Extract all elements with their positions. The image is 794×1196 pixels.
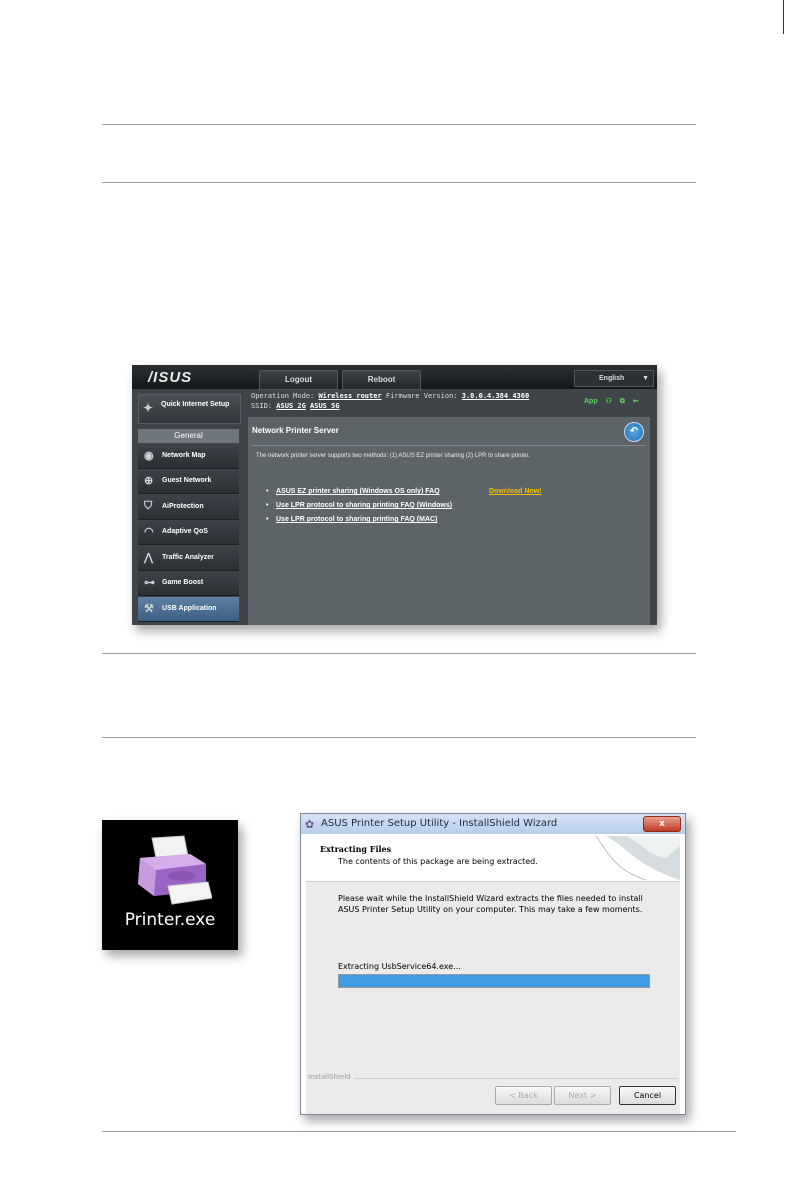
divider (102, 182, 696, 183)
progress-bar (338, 974, 650, 988)
ssid-label: SSID: (251, 402, 273, 410)
language-value: English (599, 375, 625, 382)
icon-label: Printer.exe (124, 910, 216, 930)
panel-divider (252, 445, 646, 446)
wizard-body: Please wait while the InstallShield Wiza… (306, 882, 680, 1070)
printer-server-panel: Network Printer Server ↶ The network pri… (248, 417, 650, 625)
wizard-footer: InstallShield < Back Next > Cancel (306, 1070, 680, 1114)
progress-fill (339, 975, 649, 987)
gauge-icon: ◠ (144, 526, 154, 538)
installshield-window: ✿ ASUS Printer Setup Utility - InstallSh… (300, 813, 686, 1115)
back-arrow-icon[interactable]: ↶ (624, 422, 644, 442)
sidebar-item-label: Traffic Analyzer (162, 554, 214, 561)
ssid-5g-link[interactable]: ASUS_5G (310, 402, 340, 410)
panel-description: The network printer server supports two … (256, 453, 530, 459)
quick-internet-setup-button[interactable]: ✦ Quick Internet Setup (138, 394, 241, 424)
sidebar-item-label: Game Boost (162, 579, 204, 586)
wizard-graphic-icon (596, 836, 680, 880)
op-mode-link[interactable]: Wireless router (318, 392, 381, 400)
asus-logo: /ISUS (148, 369, 193, 386)
sidebar-item-label: Guest Network (162, 477, 212, 484)
device-icon[interactable]: ⧉ (620, 398, 625, 405)
network-icon: ⊕ (144, 475, 154, 487)
language-select[interactable]: English ▼ (574, 370, 654, 387)
reboot-button[interactable]: Reboot (342, 370, 421, 390)
window-title: ASUS Printer Setup Utility - InstallShie… (321, 818, 558, 829)
printer-icon (138, 835, 212, 905)
chevron-down-icon: ▼ (642, 375, 649, 382)
sidebar-item-usb-application[interactable]: ⚒ USB Application (138, 597, 239, 622)
wizard-heading: Extracting Files (320, 844, 392, 854)
window-titlebar: ✿ ASUS Printer Setup Utility - InstallSh… (301, 814, 685, 834)
status-icons: App ⚇ ⧉ ⇜ (584, 397, 645, 406)
close-button[interactable]: x (643, 816, 681, 832)
next-button[interactable]: Next > (554, 1086, 611, 1105)
divider (102, 1131, 736, 1132)
extract-status: Extracting UsbService64.exe... (338, 962, 461, 971)
fw-label: Firmware Version: (385, 392, 458, 400)
gamepad-icon: ⊶ (144, 577, 155, 589)
sidebar-item-label: AiProtection (162, 503, 204, 510)
footer-divider (354, 1078, 678, 1079)
sidebar-item-label: Network Map (162, 452, 206, 459)
app-icon: ✿ (305, 819, 315, 831)
sidebar-item-aiprotection[interactable]: ⛉ AiProtection (138, 495, 239, 520)
panel-title: Network Printer Server (252, 426, 339, 435)
sidebar-item-traffic-analyzer[interactable]: ⋀ Traffic Analyzer (138, 546, 239, 571)
router-info: Operation Mode: Wireless router Firmware… (251, 391, 529, 411)
sidebar-item-label: Adaptive QoS (162, 528, 208, 535)
router-topbar: /ISUS Logout Reboot English ▼ (132, 365, 657, 390)
usb-app-icon: ⚒ (144, 603, 154, 615)
divider (102, 653, 696, 654)
user-icon[interactable]: ⚇ (606, 398, 612, 405)
sidebar-item-game-boost[interactable]: ⊶ Game Boost (138, 571, 239, 596)
divider (102, 124, 696, 125)
lpr-mac-faq-link[interactable]: Use LPR protocol to sharing printing FAQ… (266, 516, 437, 523)
lpr-windows-faq-link[interactable]: Use LPR protocol to sharing printing FAQ… (266, 502, 452, 509)
download-now-link[interactable]: Download Now! (489, 488, 542, 495)
installshield-brand: InstallShield (308, 1073, 351, 1081)
app-link[interactable]: App (584, 398, 598, 405)
sidebar-item-network-map[interactable]: ◉ Network Map (138, 444, 239, 469)
quick-setup-label: Quick Internet Setup (161, 401, 230, 408)
crop-mark (783, 0, 784, 34)
sidebar-item-adaptive-qos[interactable]: ◠ Adaptive QoS (138, 520, 239, 545)
shield-icon: ⛉ (144, 500, 153, 512)
ez-printer-faq-link[interactable]: ASUS EZ printer sharing (Windows OS only… (266, 488, 440, 495)
general-header: General (138, 429, 239, 443)
wizard-message: Please wait while the InstallShield Wiza… (338, 894, 643, 914)
logout-button[interactable]: Logout (259, 370, 338, 390)
printer-exe-icon-tile[interactable]: Printer.exe (102, 820, 238, 950)
globe-icon: ◉ (144, 450, 154, 462)
pulse-icon: ⋀ (144, 552, 154, 564)
router-screenshot: /ISUS Logout Reboot English ▼ Operation … (132, 365, 657, 625)
divider (102, 737, 696, 738)
cancel-button[interactable]: Cancel (619, 1086, 676, 1105)
op-mode-label: Operation Mode: (251, 392, 315, 400)
wand-icon: ✦ (143, 401, 154, 415)
sidebar-item-label: USB Application (162, 605, 217, 612)
wizard-header: Extracting Files The contents of this pa… (306, 836, 680, 882)
usb-icon[interactable]: ⇜ (633, 398, 639, 405)
back-button[interactable]: < Back (495, 1086, 552, 1105)
ssid-2g-link[interactable]: ASUS_2G (276, 402, 306, 410)
wizard-subheading: The contents of this package are being e… (338, 857, 538, 866)
sidebar-item-guest-network[interactable]: ⊕ Guest Network (138, 469, 239, 494)
fw-link[interactable]: 3.0.0.4.384_4360 (462, 392, 529, 400)
